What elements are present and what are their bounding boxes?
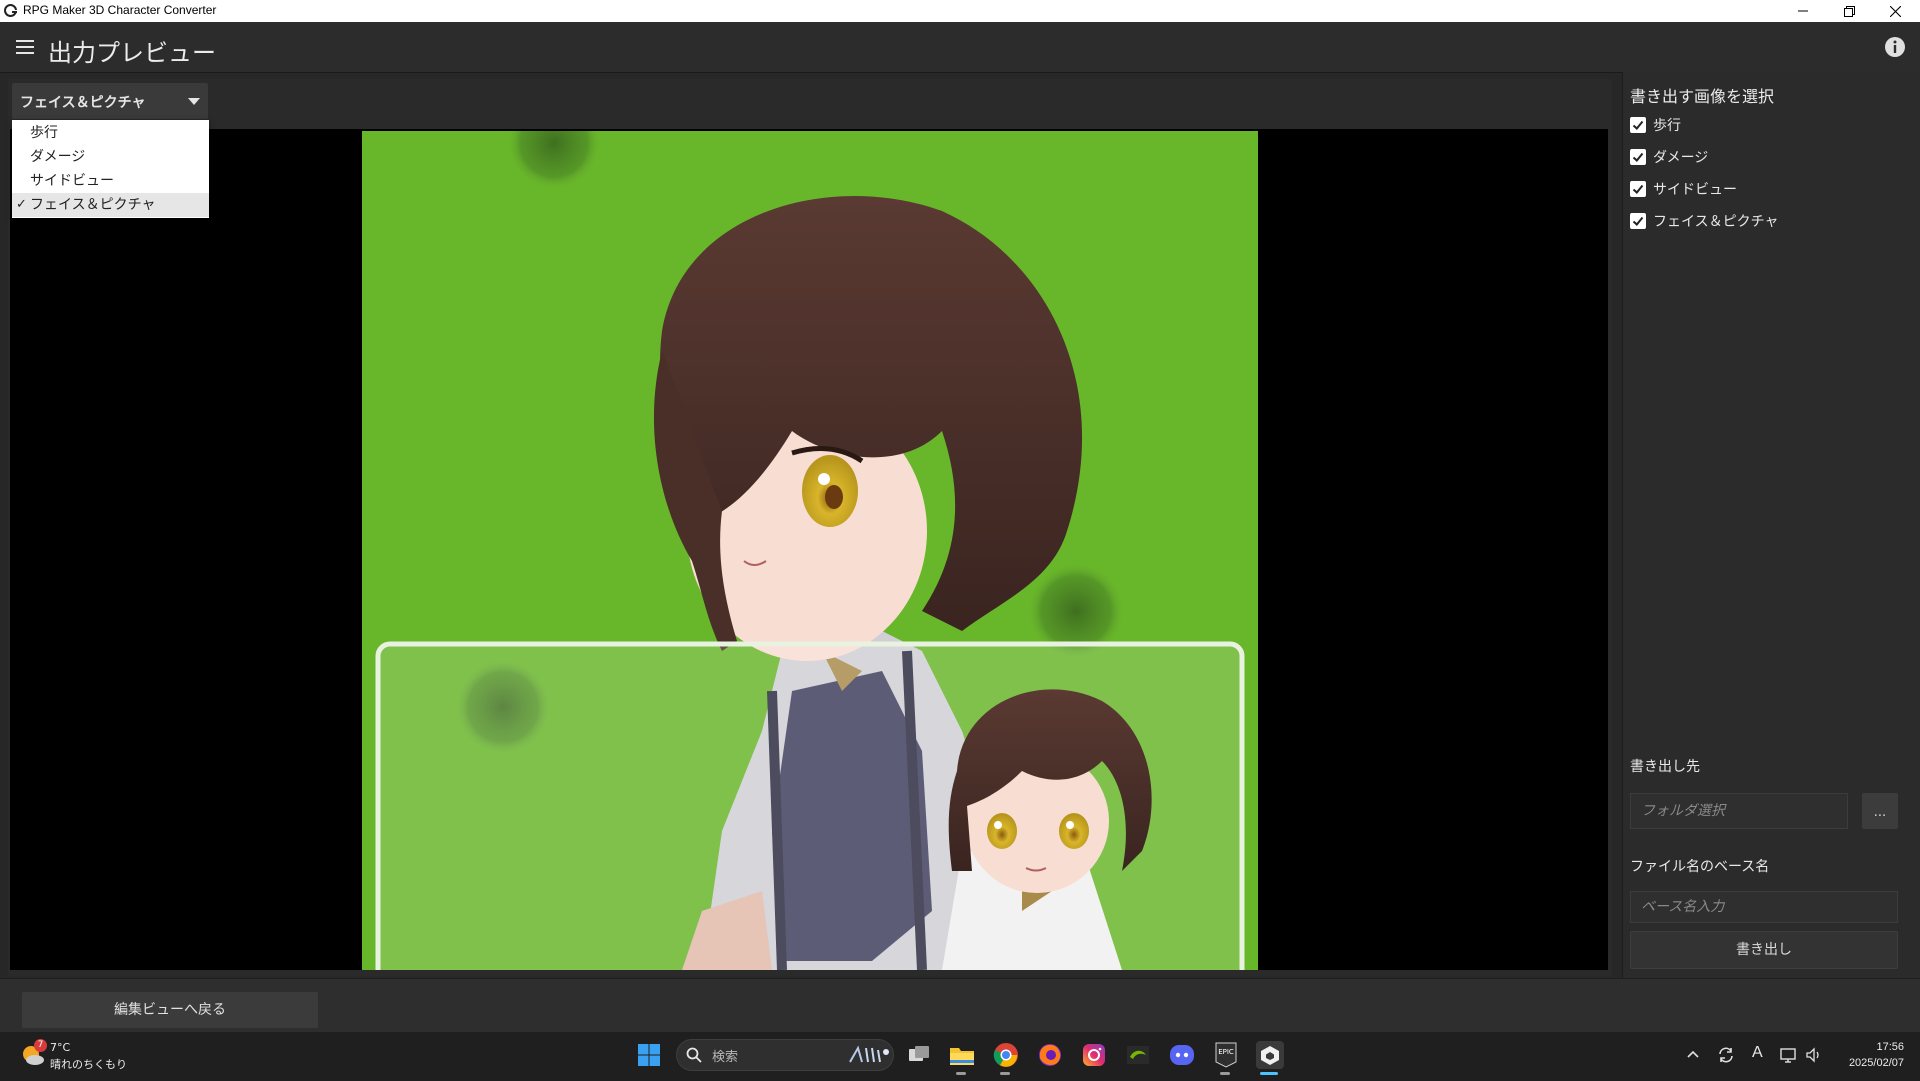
browse-folder-button[interactable]: ... [1862, 793, 1898, 829]
weather-temperature: 7°C [50, 1041, 71, 1054]
checkbox-label: 歩行 [1653, 118, 1681, 134]
weather-description: 晴れのちくもり [50, 1058, 127, 1071]
running-indicator [956, 1072, 966, 1075]
search-highlight-icon [849, 1045, 889, 1063]
file-basename-input[interactable]: ベース名入力 [1630, 891, 1898, 923]
file-explorer-icon[interactable] [948, 1041, 976, 1069]
window-title-bar: RPG Maker 3D Character Converter [0, 0, 1920, 22]
character-preview-image [362, 131, 1258, 970]
restore-button[interactable] [1826, 0, 1872, 22]
page-title: 出力プレビュー [48, 39, 216, 67]
window-title: RPG Maker 3D Character Converter [23, 3, 217, 17]
caret-down-icon [188, 98, 200, 105]
checkmark-icon: ✓ [16, 197, 27, 212]
search-placeholder: 検索 [712, 1050, 739, 1065]
checkbox-label: フェイス＆ピクチャ [1653, 214, 1779, 230]
running-indicator [1000, 1072, 1010, 1075]
chrome-icon[interactable] [992, 1041, 1020, 1069]
discord-icon[interactable] [1168, 1041, 1196, 1069]
restore-icon [1843, 5, 1855, 17]
mode-option-sideview[interactable]: サイドビュー [12, 169, 209, 193]
chevron-up-icon[interactable] [1686, 1047, 1700, 1061]
export-button[interactable]: 書き出し [1630, 931, 1898, 969]
clock-date[interactable]: 2025/02/07 [1830, 1057, 1904, 1069]
export-checkbox-sideview[interactable]: サイドビュー [1630, 178, 1737, 200]
file-basename-label: ファイル名のベース名 [1630, 859, 1770, 875]
export-checkbox-damage[interactable]: ダメージ [1630, 146, 1708, 168]
volume-icon[interactable] [1805, 1046, 1823, 1064]
back-to-edit-view-button[interactable]: 編集ビューへ戻る [22, 992, 318, 1028]
nvidia-icon[interactable] [1124, 1041, 1152, 1069]
clock-time[interactable]: 17:56 [1830, 1041, 1904, 1053]
running-indicator [1220, 1072, 1230, 1075]
app-icon [4, 4, 17, 17]
checkbox-checked-icon[interactable] [1630, 181, 1646, 197]
export-images-heading: 書き出す画像を選択 [1630, 87, 1775, 106]
export-settings-panel [1622, 72, 1920, 978]
task-view-icon[interactable] [905, 1041, 933, 1069]
search-icon [686, 1047, 702, 1063]
preview-mode-selected-value: フェイス＆ピクチャ [20, 95, 146, 111]
unity-icon[interactable] [1256, 1041, 1284, 1069]
checkbox-checked-icon[interactable] [1630, 213, 1646, 229]
info-icon[interactable] [1884, 36, 1906, 58]
svg-text:EPIC: EPIC [1218, 1048, 1234, 1056]
windows-start-icon[interactable] [637, 1043, 661, 1067]
mode-option-walk[interactable]: 歩行 [12, 121, 209, 145]
mode-option-face-picture[interactable]: ✓ フェイス＆ピクチャ [12, 193, 209, 217]
character-scene [362, 131, 1258, 970]
epic-games-icon[interactable]: EPIC [1212, 1041, 1240, 1069]
preview-mode-dropdown-list: 歩行 ダメージ サイドビュー ✓ フェイス＆ピクチャ [12, 120, 209, 218]
checkbox-label: サイドビュー [1653, 182, 1737, 198]
sync-icon[interactable] [1717, 1046, 1735, 1064]
checkbox-label: ダメージ [1653, 150, 1709, 166]
mode-option-damage[interactable]: ダメージ [12, 145, 209, 169]
close-button[interactable] [1872, 0, 1918, 22]
network-icon[interactable] [1780, 1046, 1798, 1064]
folder-path-input[interactable]: フォルダ選択 [1630, 793, 1848, 829]
checkbox-checked-icon[interactable] [1630, 117, 1646, 133]
export-checkbox-walk[interactable]: 歩行 [1630, 114, 1681, 136]
firefox-icon[interactable] [1036, 1041, 1064, 1069]
hamburger-menu-icon[interactable] [14, 37, 36, 57]
preview-mode-select[interactable]: フェイス＆ピクチャ [12, 83, 208, 119]
instagram-icon[interactable] [1080, 1041, 1108, 1069]
app-header [0, 22, 1920, 73]
close-icon [1889, 5, 1901, 17]
checkbox-checked-icon[interactable] [1630, 149, 1646, 165]
export-checkbox-face-picture[interactable]: フェイス＆ピクチャ [1630, 210, 1778, 232]
active-indicator [1260, 1072, 1278, 1075]
minimize-button[interactable] [1780, 0, 1826, 22]
minimize-icon [1798, 10, 1808, 12]
ime-indicator[interactable]: A [1752, 1044, 1763, 1062]
weather-badge: 7 [34, 1039, 47, 1052]
export-destination-label: 書き出し先 [1630, 759, 1700, 775]
